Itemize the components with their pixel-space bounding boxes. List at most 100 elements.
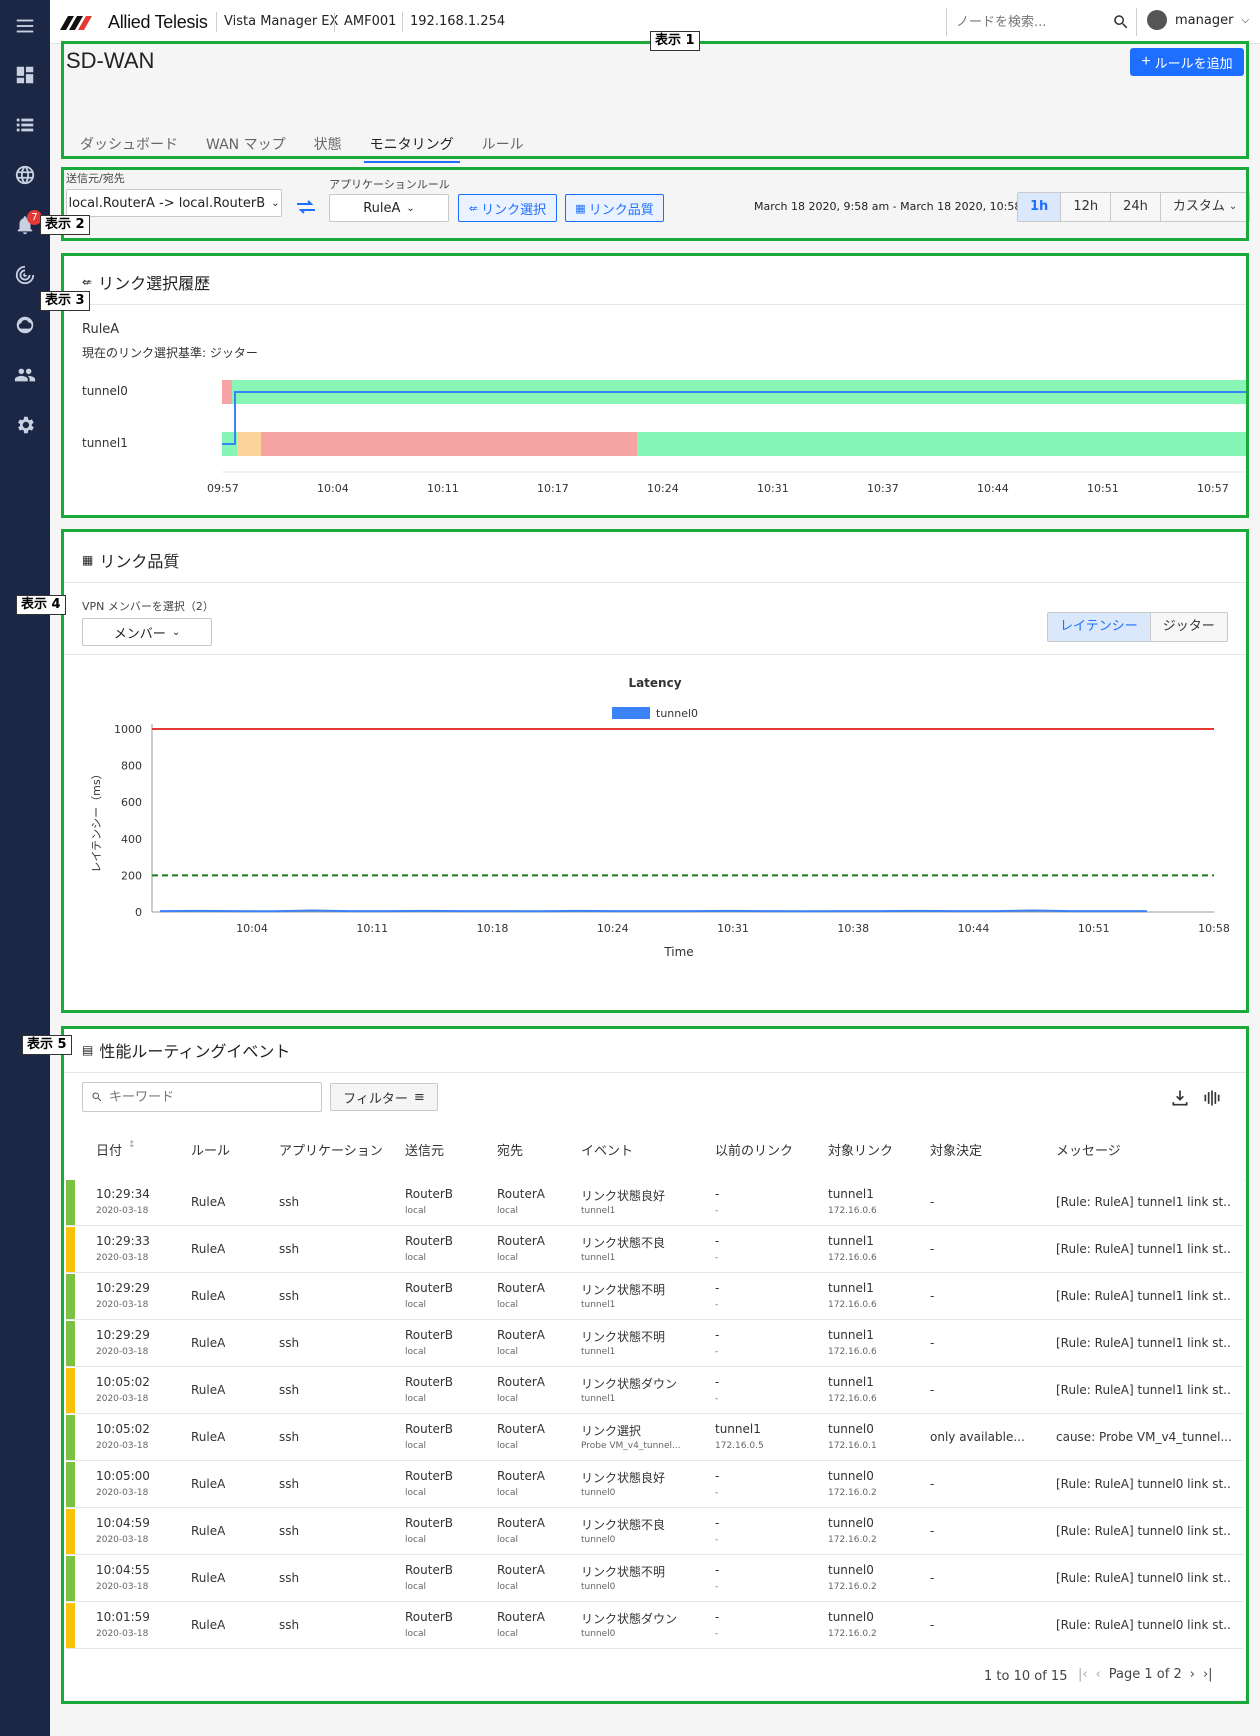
- history-tick: 10:51: [1087, 482, 1119, 495]
- x-tick-label: 10:31: [717, 922, 749, 935]
- filter-button[interactable]: フィルター ≡: [330, 1083, 438, 1111]
- chevron-down-icon: ⌄: [1228, 201, 1238, 212]
- app-rule-label: アプリケーションルール: [329, 178, 450, 191]
- search-icon[interactable]: [1112, 13, 1130, 31]
- history-tick: 10:37: [867, 482, 899, 495]
- tab-wan-map[interactable]: WAN マップ: [192, 133, 300, 163]
- users-icon[interactable]: [13, 363, 37, 387]
- node-search-input[interactable]: [946, 6, 1136, 38]
- metric-latency[interactable]: レイテンシー: [1048, 613, 1151, 641]
- metric-jitter[interactable]: ジッター: [1151, 613, 1227, 641]
- cell-prev: -: [715, 1281, 720, 1295]
- cell-target_sub: 172.16.0.6: [828, 1206, 877, 1216]
- range-24h[interactable]: 24h: [1111, 193, 1161, 221]
- table-row[interactable]: 10:29:29 2020-03-18 RuleA ssh RouterB local Ro…: [66, 1320, 1244, 1367]
- y-tick-label: 0: [135, 906, 142, 919]
- cell-event_sub: tunnel1: [581, 1394, 616, 1404]
- globe-icon[interactable]: [13, 163, 37, 187]
- cell-decision: -: [930, 1336, 935, 1350]
- status-bar: [66, 1509, 75, 1554]
- bar-chart-icon: ▦: [575, 201, 586, 215]
- link-quality-button[interactable]: ▦ リンク品質: [565, 194, 664, 222]
- column-date[interactable]: 日付 ↕: [96, 1140, 136, 1159]
- tab-monitoring[interactable]: モニタリング: [356, 133, 468, 163]
- cell-event: リンク状態良好: [581, 1189, 666, 1203]
- tab-status[interactable]: 状態: [300, 133, 356, 163]
- range-custom[interactable]: カスタム ⌄: [1161, 193, 1249, 221]
- cell-dst: RouterA: [497, 1234, 545, 1248]
- columns-icon[interactable]: [1202, 1088, 1222, 1108]
- history-tick: 10:24: [647, 482, 679, 495]
- cell-decision: -: [930, 1524, 935, 1538]
- cell-prev: -: [715, 1610, 720, 1624]
- gear-icon[interactable]: [13, 413, 37, 437]
- column-destination[interactable]: 宛先: [497, 1140, 523, 1159]
- table-row[interactable]: 10:29:29 2020-03-18 RuleA ssh RouterB local Ro…: [66, 1273, 1244, 1320]
- table-row[interactable]: 10:29:33 2020-03-18 RuleA ssh RouterB local Ro…: [66, 1226, 1244, 1273]
- cell-event: リンク状態不良: [581, 1236, 666, 1250]
- node-name: AMF001: [344, 14, 397, 29]
- column-rule[interactable]: ルール: [191, 1140, 230, 1159]
- cell-dst_sub: local: [497, 1300, 518, 1310]
- cell-message: [Rule: RuleA] tunnel1 link st...: [1056, 1383, 1231, 1397]
- add-rule-button[interactable]: + ルールを追加: [1130, 48, 1244, 76]
- tunnel1-bad-segment: [261, 432, 637, 456]
- column-source[interactable]: 送信元: [405, 1140, 444, 1159]
- user-menu[interactable]: manager ⌵: [1147, 10, 1249, 30]
- status-bar: [66, 1415, 75, 1460]
- column-event[interactable]: イベント: [581, 1140, 633, 1159]
- swap-icon[interactable]: [291, 193, 321, 221]
- metric-selector: レイテンシー ジッター: [1047, 612, 1228, 642]
- keyword-input[interactable]: [109, 1089, 309, 1105]
- table-row[interactable]: 10:04:59 2020-03-18 RuleA ssh RouterB local Ro…: [66, 1508, 1244, 1555]
- column-message[interactable]: メッセージ: [1056, 1140, 1121, 1159]
- node-search[interactable]: [946, 6, 1136, 38]
- column-decision[interactable]: 対象決定: [930, 1140, 982, 1159]
- column-application[interactable]: アプリケーション: [279, 1140, 383, 1159]
- cell-decision: -: [930, 1195, 935, 1209]
- cell-rule: RuleA: [191, 1242, 226, 1256]
- tab-rules[interactable]: ルール: [468, 133, 538, 163]
- range-12h[interactable]: 12h: [1061, 193, 1112, 221]
- history-tick: 10:57: [1197, 482, 1229, 495]
- dashboard-icon[interactable]: [13, 63, 37, 87]
- link-quality-title: ▦ リンク品質: [82, 548, 179, 572]
- member-select[interactable]: メンバー ⌄: [82, 618, 212, 646]
- list-icon[interactable]: [13, 113, 37, 137]
- prev-page-icon[interactable]: ‹: [1096, 1667, 1101, 1682]
- cell-prev_sub: -: [715, 1347, 719, 1357]
- next-page-icon[interactable]: ›: [1190, 1667, 1195, 1682]
- cell-dst_sub: local: [497, 1394, 518, 1404]
- status-bar: [66, 1180, 75, 1225]
- cell-src: RouterB: [405, 1328, 453, 1342]
- column-target-link[interactable]: 対象リンク: [828, 1140, 893, 1159]
- cell-prev_sub: -: [715, 1629, 719, 1639]
- tunnel0-bad-segment: [222, 380, 232, 404]
- keyword-search[interactable]: [82, 1082, 322, 1112]
- src-dst-select[interactable]: local.RouterA -> local.RouterB ⌄: [66, 189, 282, 217]
- history-tick: 10:17: [537, 482, 569, 495]
- table-row[interactable]: 10:01:59 2020-03-18 RuleA ssh RouterB local Ro…: [66, 1602, 1244, 1649]
- table-row[interactable]: 10:04:55 2020-03-18 RuleA ssh RouterB local Ro…: [66, 1555, 1244, 1602]
- link-select-button[interactable]: ⇍ リンク選択: [458, 194, 557, 222]
- table-row[interactable]: 10:05:00 2020-03-18 RuleA ssh RouterB local Ro…: [66, 1461, 1244, 1508]
- range-custom-label: カスタム: [1172, 199, 1225, 214]
- tab-dashboard[interactable]: ダッシュボード: [66, 133, 192, 163]
- table-row[interactable]: 10:05:02 2020-03-18 RuleA ssh RouterB local Ro…: [66, 1367, 1244, 1414]
- cell-src_sub: local: [405, 1441, 426, 1451]
- menu-icon[interactable]: [13, 14, 37, 38]
- column-previous-link[interactable]: 以前のリンク: [715, 1140, 793, 1159]
- plus-icon: +: [1141, 53, 1151, 70]
- first-page-icon[interactable]: |‹: [1078, 1667, 1088, 1682]
- cell-target_sub: 172.16.0.2: [828, 1629, 877, 1639]
- table-row[interactable]: 10:05:02 2020-03-18 RuleA ssh RouterB local Ro…: [66, 1414, 1244, 1461]
- range-1h[interactable]: 1h: [1018, 193, 1062, 221]
- cloud-icon[interactable]: [13, 313, 37, 337]
- radar-icon[interactable]: [13, 263, 37, 287]
- table-row[interactable]: 10:29:34 2020-03-18 RuleA ssh RouterB local Ro…: [66, 1179, 1244, 1226]
- cell-time: 10:29:29: [96, 1328, 150, 1342]
- app-rule-select[interactable]: RuleA ⌄: [329, 194, 449, 222]
- download-icon[interactable]: [1170, 1088, 1190, 1108]
- latency-chart: Latency tunnel0 0 200 400 600 800 1000 10:04 10:1…: [90, 676, 1230, 959]
- last-page-icon[interactable]: ›|: [1203, 1667, 1213, 1682]
